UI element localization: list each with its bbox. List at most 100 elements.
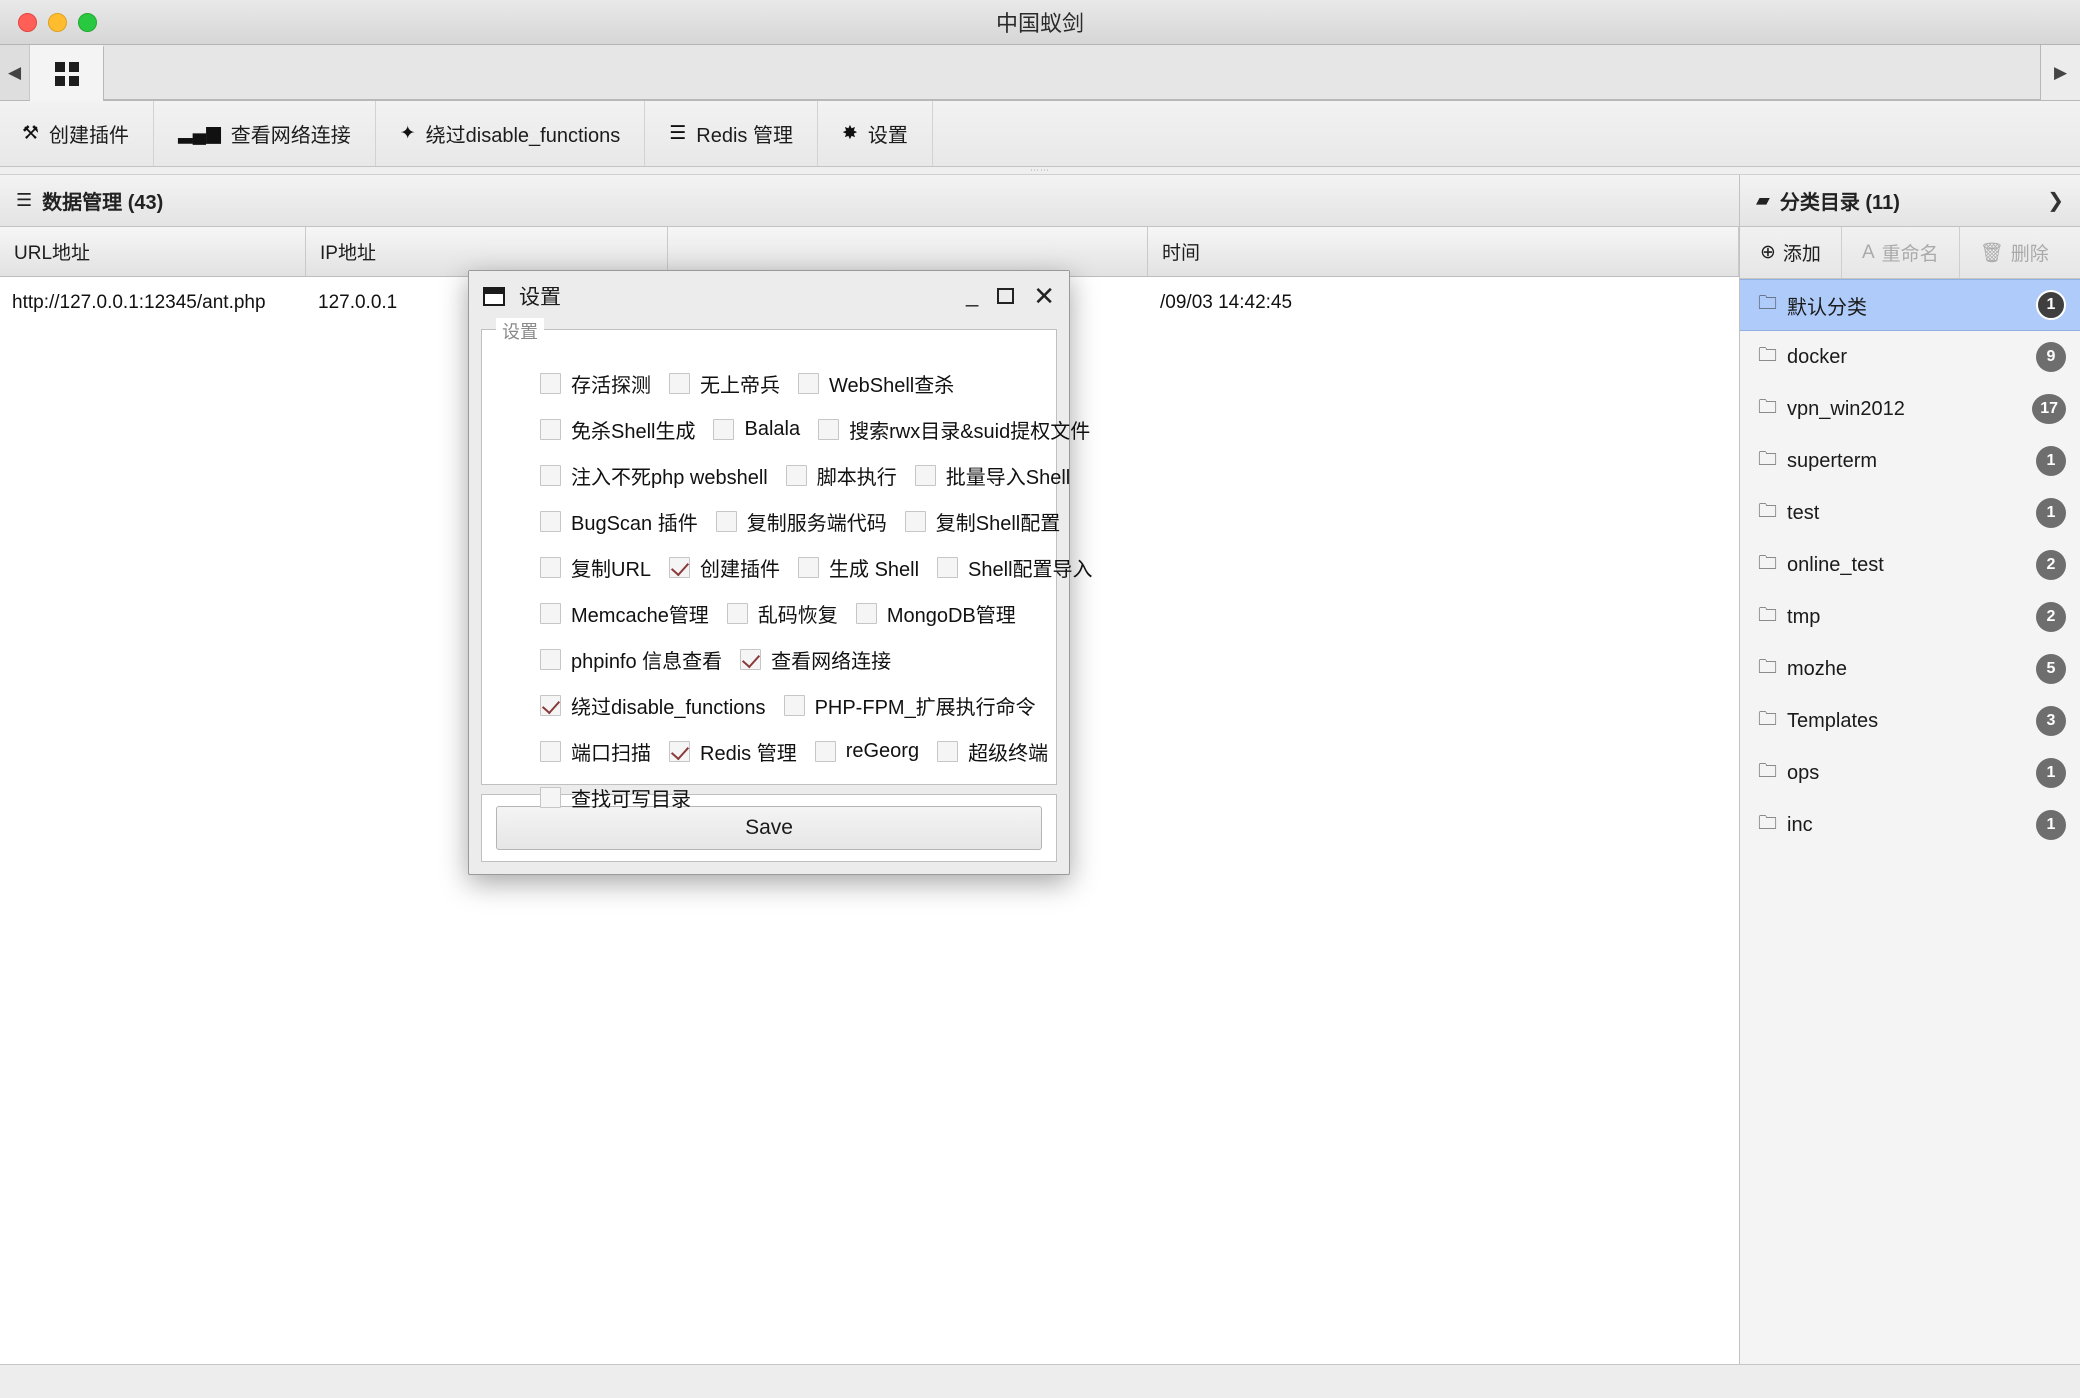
- checkbox[interactable]: [540, 511, 561, 532]
- checkbox[interactable]: [784, 695, 805, 716]
- checkbox-label[interactable]: 复制服务端代码: [747, 507, 887, 536]
- category-item[interactable]: 🗀test1: [1740, 487, 2080, 539]
- checkbox[interactable]: [713, 419, 734, 440]
- checkbox-label[interactable]: Memcache管理: [571, 599, 709, 628]
- checkbox-label[interactable]: BugScan 插件: [571, 507, 698, 536]
- checkbox-label[interactable]: 存活探测: [571, 369, 651, 398]
- chevron-right-icon[interactable]: ❯: [2047, 188, 2064, 213]
- checkbox-label[interactable]: 查看网络连接: [771, 645, 891, 674]
- checkbox-label[interactable]: 复制URL: [571, 553, 651, 582]
- checkbox[interactable]: [815, 741, 836, 762]
- toolbar-button-redis-manage[interactable]: ☰ Redis 管理: [645, 101, 818, 166]
- tab-scroll-left-button[interactable]: ◀: [0, 45, 30, 100]
- checkbox[interactable]: [905, 511, 926, 532]
- checkbox-label[interactable]: phpinfo 信息查看: [571, 645, 722, 674]
- checkbox-label[interactable]: 复制Shell配置: [936, 507, 1060, 536]
- category-count-badge: 2: [2036, 602, 2066, 632]
- category-item[interactable]: 🗀superterm1: [1740, 435, 2080, 487]
- checkbox-label[interactable]: 注入不死php webshell: [571, 461, 768, 490]
- checkbox-label[interactable]: 超级终端: [968, 737, 1048, 766]
- checkbox[interactable]: [540, 557, 561, 578]
- checkbox-label[interactable]: 创建插件: [700, 553, 780, 582]
- toolbar-button-bypass-disable-functions[interactable]: ✦ 绕过disable_functions: [376, 101, 645, 166]
- settings-dialog-title-bar[interactable]: 设置 _ ✕: [469, 271, 1069, 321]
- checkbox-label[interactable]: reGeorg: [846, 740, 919, 763]
- checkbox[interactable]: [540, 787, 561, 808]
- checkbox[interactable]: [716, 511, 737, 532]
- checkbox-label[interactable]: 脚本执行: [817, 461, 897, 490]
- checkbox-label[interactable]: Shell配置导入: [968, 553, 1092, 582]
- checkbox-label[interactable]: 免杀Shell生成: [571, 415, 695, 444]
- checkbox-label[interactable]: 批量导入Shell: [946, 461, 1070, 490]
- category-item[interactable]: 🗀mozhe5: [1740, 643, 2080, 695]
- close-window-button[interactable]: [18, 13, 37, 32]
- checkbox[interactable]: [669, 557, 690, 578]
- toolbar-resize-handle[interactable]: ⋯⋯: [0, 167, 2080, 175]
- toolbar-button-view-network[interactable]: ▂▄▆ 查看网络连接: [154, 101, 376, 166]
- checkbox[interactable]: [669, 741, 690, 762]
- minimize-window-button[interactable]: [48, 13, 67, 32]
- checkbox-label[interactable]: 生成 Shell: [829, 553, 919, 582]
- category-item[interactable]: 🗀inc1: [1740, 799, 2080, 851]
- toolbar-button-settings[interactable]: ✸ 设置: [818, 101, 933, 166]
- checkbox-label[interactable]: WebShell查杀: [829, 369, 954, 398]
- checkbox-label[interactable]: 端口扫描: [571, 737, 651, 766]
- category-item[interactable]: 🗀vpn_win201217: [1740, 383, 2080, 435]
- plus-circle-icon: ⊕: [1760, 241, 1776, 264]
- zoom-window-button[interactable]: [78, 13, 97, 32]
- category-item[interactable]: 🗀tmp2: [1740, 591, 2080, 643]
- checkbox[interactable]: [540, 741, 561, 762]
- checkbox-label[interactable]: PHP-FPM_扩展执行命令: [815, 691, 1036, 720]
- checkbox-label[interactable]: 绕过disable_functions: [571, 691, 766, 720]
- category-item[interactable]: 🗀ops1: [1740, 747, 2080, 799]
- checkbox-label[interactable]: Balala: [744, 418, 800, 441]
- settings-checkbox-grid: 存活探测无上帝兵WebShell查杀免杀Shell生成Balala搜索rwx目录…: [500, 356, 1038, 820]
- delete-category-button[interactable]: 🗑 删除: [1959, 227, 2069, 278]
- checkbox-label[interactable]: 无上帝兵: [700, 369, 780, 398]
- checkbox[interactable]: [740, 649, 761, 670]
- checkbox[interactable]: [669, 373, 690, 394]
- checkbox[interactable]: [798, 557, 819, 578]
- checkbox[interactable]: [915, 465, 936, 486]
- checkbox[interactable]: [937, 741, 958, 762]
- checkbox-label[interactable]: 搜索rwx目录&suid提权文件: [849, 415, 1090, 444]
- checkbox[interactable]: [786, 465, 807, 486]
- checkbox[interactable]: [727, 603, 748, 624]
- checkbox[interactable]: [937, 557, 958, 578]
- checkbox[interactable]: [818, 419, 839, 440]
- checkbox[interactable]: [856, 603, 877, 624]
- category-item-label: ops: [1787, 762, 2036, 785]
- category-pane: ▰ 分类目录 (11) ❯ ⊕ 添加 A 重命名 🗑 删除 🗀默认分类1🗀doc: [1740, 175, 2080, 1364]
- category-item[interactable]: 🗀online_test2: [1740, 539, 2080, 591]
- checkbox-label[interactable]: MongoDB管理: [887, 599, 1016, 628]
- column-header-blank[interactable]: [668, 227, 1148, 276]
- checkbox[interactable]: [798, 373, 819, 394]
- minimize-icon[interactable]: _: [966, 286, 978, 306]
- maximize-icon[interactable]: [997, 288, 1014, 304]
- checkbox[interactable]: [540, 649, 561, 670]
- close-icon[interactable]: ✕: [1033, 283, 1055, 309]
- checkbox-label[interactable]: 乱码恢复: [758, 599, 838, 628]
- column-header-url[interactable]: URL地址: [0, 227, 306, 276]
- tab-home[interactable]: [30, 45, 104, 101]
- column-header-time[interactable]: 时间: [1148, 227, 1739, 276]
- category-item[interactable]: 🗀默认分类1: [1740, 279, 2080, 331]
- checkbox[interactable]: [540, 695, 561, 716]
- checkbox[interactable]: [540, 603, 561, 624]
- checkbox[interactable]: [540, 419, 561, 440]
- tab-scroll-right-button[interactable]: ▶: [2040, 45, 2080, 100]
- category-item-label: test: [1787, 502, 2036, 525]
- column-header-ip[interactable]: IP地址: [306, 227, 668, 276]
- category-item[interactable]: 🗀Templates3: [1740, 695, 2080, 747]
- category-item[interactable]: 🗀docker9: [1740, 331, 2080, 383]
- checkbox-label[interactable]: Redis 管理: [700, 737, 797, 766]
- toolbar-button-create-plugin[interactable]: ⚒ 创建插件: [0, 101, 154, 166]
- checkbox-label[interactable]: 查找可写目录: [571, 783, 691, 812]
- folder-icon: ▰: [1756, 190, 1770, 211]
- add-category-button[interactable]: ⊕ 添加: [1740, 227, 1841, 278]
- checkbox[interactable]: [540, 373, 561, 394]
- folder-icon: 🗀: [1758, 289, 1777, 321]
- checkbox[interactable]: [540, 465, 561, 486]
- toolbar-label: 创建插件: [49, 119, 129, 148]
- rename-category-button[interactable]: A 重命名: [1841, 227, 1959, 278]
